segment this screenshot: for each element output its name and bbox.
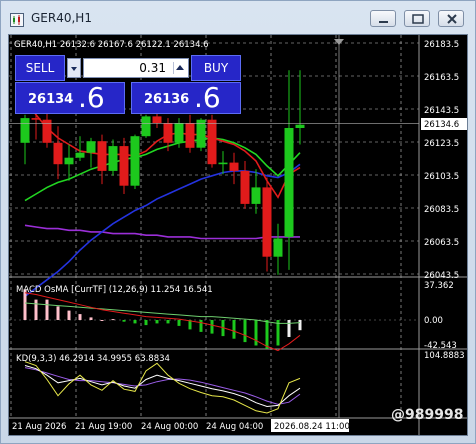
time-label: 24 Aug 00:00	[141, 422, 198, 432]
price-label: 26063.5	[424, 238, 459, 248]
macd-scale-zero: 0.00	[424, 316, 443, 326]
macd-histogram-bar	[100, 320, 104, 321]
lot-dropdown-button[interactable]	[67, 58, 81, 78]
macd-histogram-bar	[166, 320, 170, 324]
buy-price-big: .6	[194, 81, 221, 114]
candle-body	[163, 123, 173, 143]
macd-scale-min: -42.543	[424, 341, 457, 351]
maximize-button[interactable]	[404, 10, 430, 27]
candle-body	[97, 141, 107, 171]
price-label: 26163.5	[424, 73, 459, 83]
kd-scale-max: 104.8883	[424, 351, 465, 361]
macd-histogram-bar	[243, 320, 247, 343]
price-label: 26103.5	[424, 172, 459, 182]
macd-histogram-bar	[122, 320, 126, 322]
lot-size-value: 0.31	[139, 61, 166, 75]
sell-button[interactable]: SELL	[15, 55, 65, 81]
candle-body	[53, 142, 63, 165]
current-price-label: 26134.6	[424, 120, 459, 130]
candle-body	[119, 146, 129, 186]
kd-indicator-label: KD(9,3,3) 46.2914 34.9955 63.8834	[16, 354, 170, 364]
macd-histogram-bar	[78, 314, 82, 320]
chart-info-line: GER40,H1 26132.6 26167.6 26122.1 26134.6	[14, 40, 209, 50]
candle-body	[31, 118, 41, 120]
macd-histogram-bar	[133, 320, 137, 324]
sell-price-big: .6	[78, 81, 105, 114]
candle-body	[273, 238, 283, 257]
lot-stepper[interactable]	[173, 62, 186, 74]
macd-histogram-bar	[254, 320, 258, 346]
candle-body	[20, 118, 30, 143]
macd-histogram-bar	[67, 310, 71, 320]
window-title: GER40,H1	[31, 11, 92, 25]
minimize-button[interactable]	[370, 10, 396, 27]
buy-button-label: BUY	[203, 61, 229, 75]
candle-body	[75, 152, 85, 158]
time-crosshair-label: 2026.08.24 11:00	[274, 422, 350, 432]
macd-histogram-bar	[298, 320, 302, 331]
candle-body	[86, 141, 96, 153]
time-label: 24 Aug 04:00	[206, 422, 263, 432]
minimize-icon	[379, 21, 388, 23]
buy-price-box[interactable]: 26136 .6	[131, 81, 241, 114]
close-icon	[447, 14, 457, 24]
macd-histogram-bar	[34, 299, 38, 320]
candle-body	[64, 157, 74, 165]
close-button[interactable]	[438, 10, 464, 27]
macd-histogram-bar	[144, 320, 148, 326]
candle-body	[108, 146, 118, 171]
time-label: 21 Aug 2026	[12, 422, 66, 432]
candle-body	[130, 136, 140, 186]
watermark-text: @989998	[391, 407, 463, 423]
macd-histogram-bar	[199, 320, 203, 332]
chart-area[interactable]: GER40,H1 26132.6 26167.6 26122.1 26134.6…	[8, 34, 468, 436]
candle-body	[174, 123, 184, 143]
stepper-up-icon	[176, 65, 184, 70]
price-label: 26123.5	[424, 139, 459, 149]
candle-body	[284, 128, 294, 237]
sell-button-label: SELL	[25, 61, 55, 75]
macd-histogram-bar	[155, 320, 159, 324]
macd-histogram-bar	[265, 320, 269, 349]
chevron-down-icon	[71, 67, 77, 71]
sell-price-box[interactable]: 26134 .6	[15, 81, 125, 114]
candle-body	[240, 170, 250, 204]
window-titlebar[interactable]: GER40,H1	[1, 1, 476, 35]
one-click-trading-panel: SELL 0.31 BUY 26134 .6 26136 .6	[15, 55, 241, 114]
candle-body	[42, 119, 52, 143]
candle-body	[262, 187, 272, 257]
buy-button[interactable]: BUY	[191, 55, 241, 81]
price-label: 26043.5	[424, 271, 459, 281]
sell-price-main: 26134	[28, 92, 74, 107]
chart-window-icon	[10, 12, 24, 31]
macd-histogram-bar	[177, 320, 181, 326]
macd-histogram-bar	[45, 299, 49, 320]
candle-body	[152, 116, 162, 123]
candle-body	[218, 162, 228, 165]
macd-indicator-label: MACD OsMA [CurrTF] (12,26,9) 11.254 16.5…	[16, 285, 213, 295]
chart-window: GER40,H1 GER40,H1 26132.6 26167.6 26122.…	[0, 0, 476, 444]
time-label: 21 Aug 19:00	[75, 422, 132, 432]
lot-size-input[interactable]: 0.31	[83, 58, 189, 78]
candle-body	[251, 187, 261, 204]
macd-histogram-bar	[56, 306, 60, 320]
candle-body	[295, 124, 305, 128]
price-label: 26083.5	[424, 205, 459, 215]
macd-histogram-bar	[210, 320, 214, 334]
buy-price-main: 26136	[144, 92, 190, 107]
price-label: 26143.5	[424, 106, 459, 116]
macd-histogram-bar	[287, 320, 291, 337]
candle-body	[185, 123, 195, 148]
macd-scale-max: 37.362	[424, 281, 454, 291]
macd-histogram-bar	[232, 320, 236, 339]
candle-body	[229, 162, 239, 171]
candle-body	[207, 119, 217, 165]
maximize-icon	[412, 14, 424, 24]
macd-histogram-bar	[111, 319, 115, 321]
macd-histogram-bar	[89, 317, 93, 320]
candle-body	[141, 116, 151, 137]
price-label: 26183.5	[424, 40, 459, 50]
